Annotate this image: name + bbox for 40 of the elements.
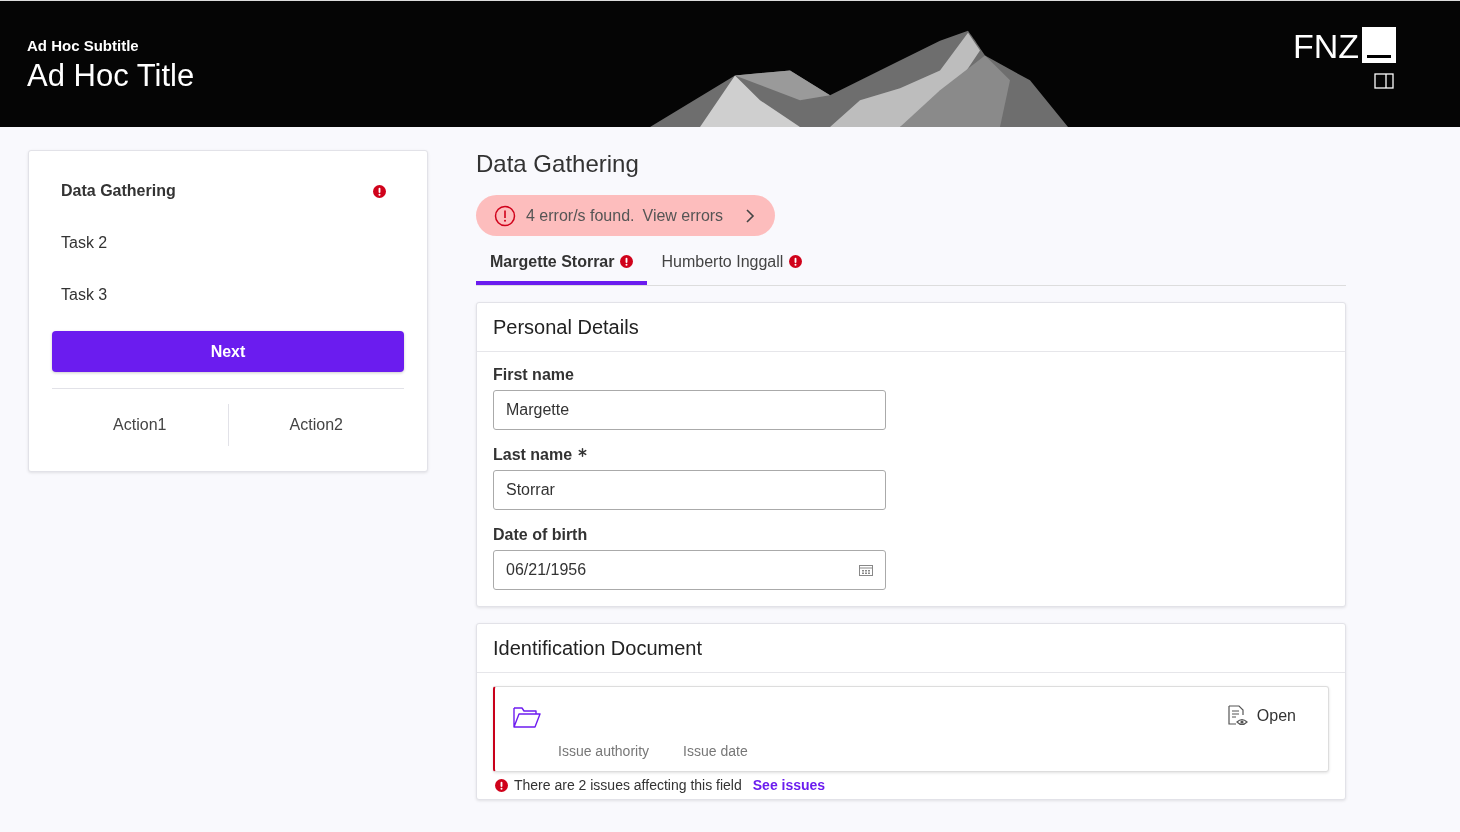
action-button[interactable]: Action1: [52, 404, 228, 446]
input-field[interactable]: Storrar: [493, 470, 886, 510]
open-button[interactable]: Open: [1226, 705, 1296, 727]
action-button[interactable]: Action2: [227, 404, 404, 446]
field-label: First name: [493, 366, 574, 384]
field-label: Last name: [493, 446, 573, 464]
logo-icon: [1362, 27, 1396, 63]
next-button[interactable]: Next: [52, 331, 404, 372]
column-label: Issue authority: [558, 743, 650, 759]
document-view-icon: [1226, 705, 1249, 727]
see-issues-link[interactable]: See issues: [752, 777, 826, 793]
page-heading: Data Gathering: [476, 150, 640, 179]
folder-icon: [513, 705, 541, 729]
calendar-icon: [859, 564, 873, 576]
error-icon: [789, 255, 803, 268]
section-title: Identification Document: [477, 624, 1345, 673]
column-label: Issue date: [683, 743, 748, 759]
task-item[interactable]: Task 3: [52, 269, 404, 321]
error-banner[interactable]: 4 error/s found. View errors: [476, 195, 776, 236]
person-tab[interactable]: Margette Storrar: [476, 242, 648, 285]
alert-icon: [494, 204, 516, 227]
header-title: Ad Hoc Title: [27, 58, 195, 94]
error-icon: [373, 184, 386, 198]
input-field[interactable]: Margette: [493, 390, 886, 430]
section-title: Personal Details: [477, 303, 1345, 352]
chevron-right-icon: [745, 208, 756, 223]
error-icon: [620, 255, 634, 268]
input-field[interactable]: 06/21/1956: [493, 550, 886, 590]
panel-toggle-icon[interactable]: [1374, 73, 1394, 89]
view-errors-link[interactable]: View errors: [642, 206, 724, 225]
error-icon: [495, 778, 508, 792]
task-item[interactable]: Data Gathering: [52, 165, 404, 217]
header-subtitle: Ad Hoc Subtitle: [27, 37, 140, 54]
issue-message: There are 2 issues affecting this field: [514, 777, 742, 793]
task-item[interactable]: Task 2: [52, 217, 404, 269]
logo-text: FNZ: [1292, 29, 1359, 63]
error-summary: 4 error/s found.: [526, 206, 635, 225]
field-label: Date of birth: [493, 526, 588, 544]
person-tab[interactable]: Humberto Inggall: [647, 242, 817, 285]
required-icon: [578, 448, 588, 457]
